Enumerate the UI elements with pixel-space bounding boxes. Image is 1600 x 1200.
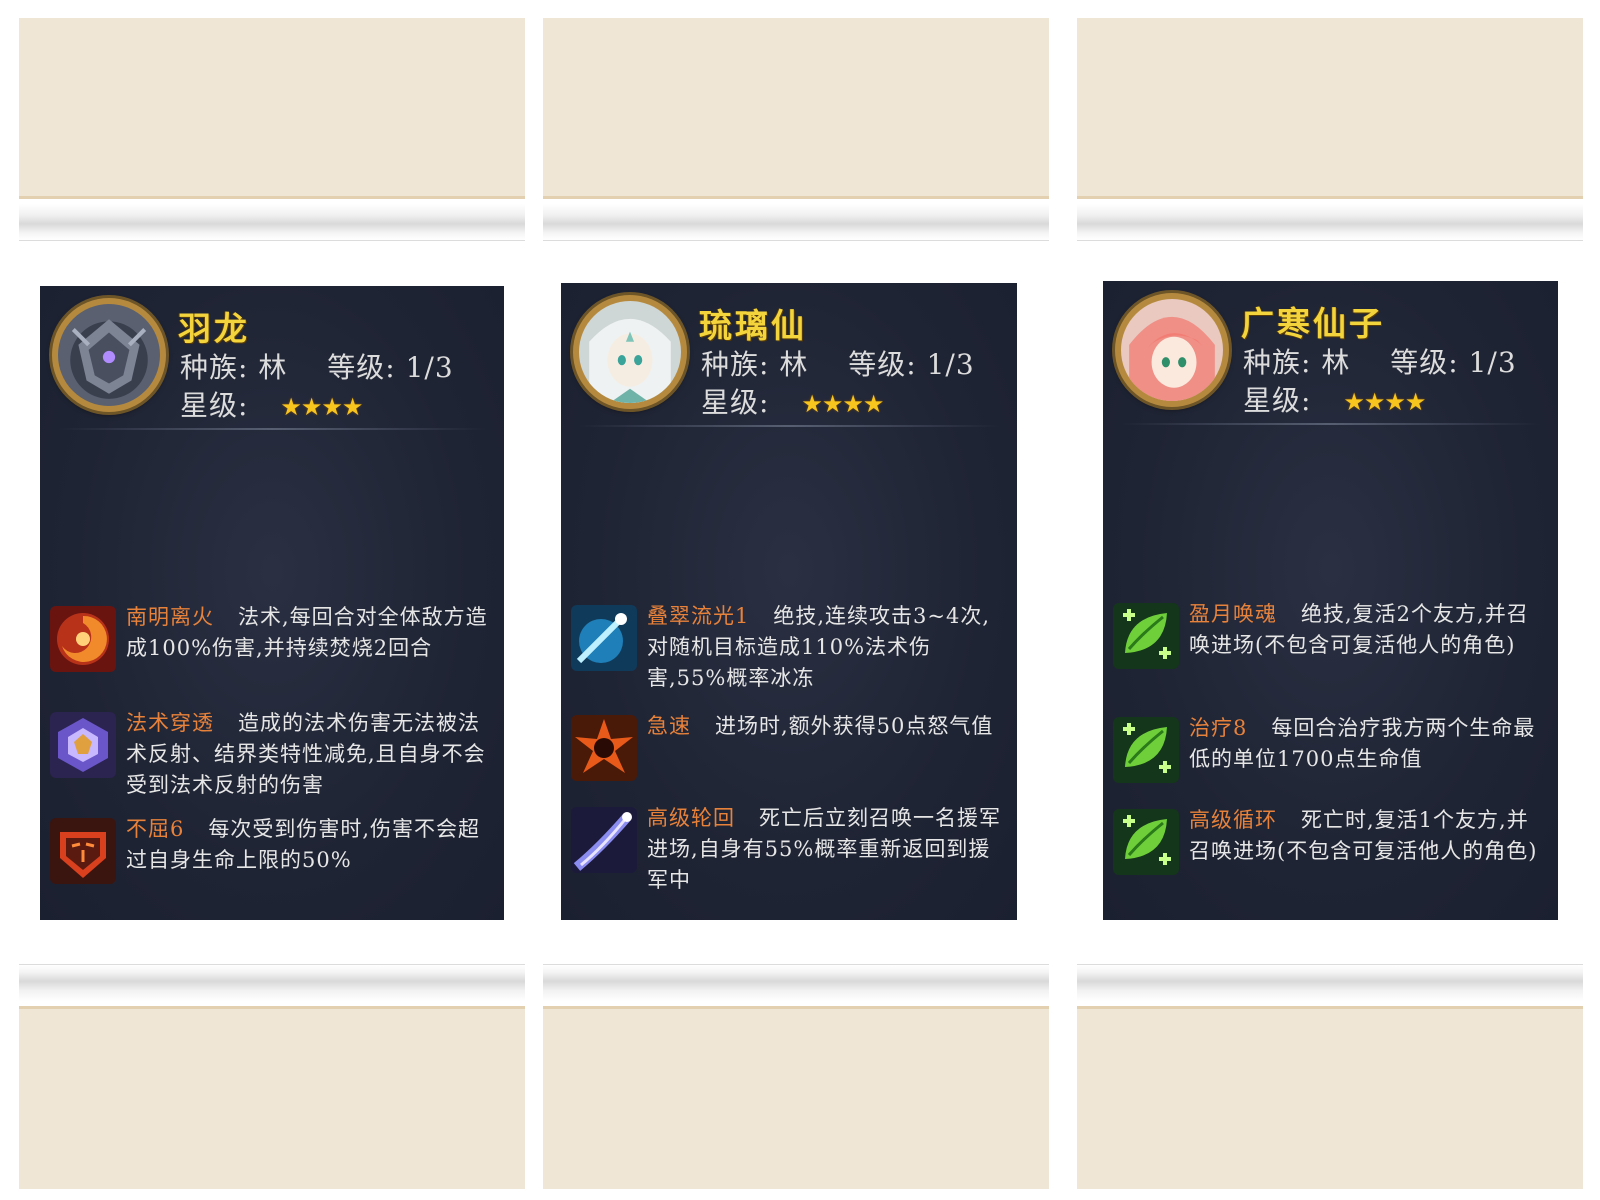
fire-burst-icon	[571, 715, 637, 781]
skill-entry[interactable]: 高级轮回 死亡后立刻召唤一名援军进场,自身有55%概率重新返回到援军中	[571, 803, 1009, 899]
silver-rail-bottom	[19, 964, 525, 1001]
cream-panel-top	[19, 18, 525, 199]
skill-name: 高级轮回	[647, 806, 735, 830]
skill-entry[interactable]: 治疗8 每回合治疗我方两个生命最低的单位1700点生命值	[1113, 713, 1550, 783]
pink-haired-fairy-portrait-icon	[1121, 299, 1223, 401]
race-value: 林	[258, 351, 288, 384]
divider	[1121, 423, 1540, 425]
skill-entry[interactable]: 法术穿透 造成的法术伤害无法被法术反射、结界类特性减免,且自身不会受到法术反射的伤…	[50, 708, 496, 798]
race-level-row: 种族: 林 等级: 1/3	[701, 343, 975, 383]
hero-name: 羽龙	[178, 309, 250, 348]
cream-panel-bottom	[1077, 1006, 1583, 1189]
skill-text: 治疗8 每回合治疗我方两个生命最低的单位1700点生命值	[1189, 713, 1550, 775]
divider	[58, 428, 486, 430]
skill-name: 盈月唤魂	[1189, 602, 1277, 626]
hero-avatar[interactable]	[573, 295, 687, 409]
star-row: 星级: ★★★★	[701, 381, 884, 421]
cream-panel-top	[1077, 18, 1583, 199]
hero-column-1: 羽龙 种族: 林 等级: 1/3 星级: ★★★★ 南明离火 法术,每回合对全体敌…	[19, 18, 525, 1189]
green-leaf-heal-icon	[1113, 603, 1179, 669]
skill-text: 南明离火 法术,每回合对全体敌方造成100%伤害,并持续焚烧2回合	[126, 602, 496, 664]
skill-description: 进场时,额外获得50点怒气值	[715, 714, 994, 738]
cream-panel-bottom	[19, 1006, 525, 1189]
skill-name: 不屈6	[126, 817, 185, 841]
race-value: 林	[1321, 346, 1351, 379]
silver-rail-bottom	[543, 964, 1049, 1001]
star-label: 星级:	[1243, 384, 1312, 417]
hero-column-3: 广寒仙子 种族: 林 等级: 1/3 星级: ★★★★ 盈月唤魂 绝技,复活2个友…	[1077, 18, 1583, 1189]
green-leaf-heal-icon	[1113, 717, 1179, 783]
race-value: 林	[779, 348, 809, 381]
skill-text: 高级轮回 死亡后立刻召唤一名援军进场,自身有55%概率重新返回到援军中	[647, 803, 1009, 896]
armored-dragon-portrait-icon	[58, 304, 160, 406]
fire-swirl-icon	[50, 606, 116, 672]
skill-entry[interactable]: 不屈6 每次受到伤害时,伤害不会超过自身生命上限的50%	[50, 814, 496, 894]
hero-card[interactable]: 羽龙 种族: 林 等级: 1/3 星级: ★★★★ 南明离火 法术,每回合对全体敌…	[40, 286, 504, 920]
star-label: 星级:	[701, 386, 770, 419]
star-rating-icon: ★★★★	[1343, 388, 1426, 416]
cream-panel-bottom	[543, 1006, 1049, 1189]
hero-name: 广寒仙子	[1241, 304, 1385, 343]
star-rating-icon: ★★★★	[280, 393, 363, 421]
level-label: 等级:	[848, 348, 917, 381]
hero-avatar[interactable]	[52, 298, 166, 412]
level-label: 等级:	[1390, 346, 1459, 379]
skill-text: 盈月唤魂 绝技,复活2个友方,并召唤进场(不包含可复活他人的角色)	[1189, 599, 1550, 661]
silver-rail-bottom	[1077, 964, 1583, 1001]
skill-entry[interactable]: 急速 进场时,额外获得50点怒气值	[571, 711, 1009, 781]
skill-entry[interactable]: 高级循环 死亡时,复活1个友方,并召唤进场(不包含可复活他人的角色)	[1113, 805, 1550, 901]
hero-name: 琉璃仙	[699, 306, 807, 345]
skill-text: 不屈6 每次受到伤害时,伤害不会超过自身生命上限的50%	[126, 814, 496, 876]
skill-text: 叠翠流光1 绝技,连续攻击3~4次,对随机目标造成110%法术伤害,55%概率冰冻	[647, 601, 1009, 694]
hero-card[interactable]: 琉璃仙 种族: 林 等级: 1/3 星级: ★★★★ 叠翠流光1 绝技,连续攻击3…	[561, 283, 1017, 920]
skill-entry[interactable]: 南明离火 法术,每回合对全体敌方造成100%伤害,并持续焚烧2回合	[50, 602, 496, 692]
skill-name: 叠翠流光1	[647, 604, 750, 628]
hero-card[interactable]: 广寒仙子 种族: 林 等级: 1/3 星级: ★★★★ 盈月唤魂 绝技,复活2个友…	[1103, 281, 1558, 920]
divider	[579, 425, 999, 427]
level-value: 1/3	[1468, 346, 1517, 379]
cream-panel-top	[543, 18, 1049, 199]
skill-name: 法术穿透	[126, 711, 214, 735]
silver-rail-top	[19, 204, 525, 241]
skill-name: 高级循环	[1189, 808, 1277, 832]
purple-comet-icon	[571, 807, 637, 873]
white-haired-fairy-portrait-icon	[579, 301, 681, 403]
skill-text: 急速 进场时,额外获得50点怒气值	[647, 711, 1009, 742]
skill-entry[interactable]: 叠翠流光1 绝技,连续攻击3~4次,对随机目标造成110%法术伤害,55%概率冰冻	[571, 601, 1009, 697]
star-row: 星级: ★★★★	[1243, 379, 1426, 419]
silver-rail-top	[543, 204, 1049, 241]
hero-column-2: 琉璃仙 种族: 林 等级: 1/3 星级: ★★★★ 叠翠流光1 绝技,连续攻击3…	[543, 18, 1049, 1189]
race-level-row: 种族: 林 等级: 1/3	[180, 346, 454, 386]
skill-entry[interactable]: 盈月唤魂 绝技,复活2个友方,并召唤进场(不包含可复活他人的角色)	[1113, 599, 1550, 695]
level-value: 1/3	[405, 351, 454, 384]
star-label: 星级:	[180, 389, 249, 422]
race-label: 种族:	[1243, 346, 1312, 379]
red-mask-icon	[50, 818, 116, 884]
skill-name: 急速	[647, 714, 691, 738]
hero-avatar[interactable]	[1115, 293, 1229, 407]
skill-name: 南明离火	[126, 605, 214, 629]
level-label: 等级:	[327, 351, 396, 384]
star-row: 星级: ★★★★	[180, 384, 363, 424]
skill-text: 高级循环 死亡时,复活1个友方,并召唤进场(不包含可复活他人的角色)	[1189, 805, 1550, 867]
star-rating-icon: ★★★★	[801, 390, 884, 418]
race-level-row: 种族: 林 等级: 1/3	[1243, 341, 1517, 381]
silver-rail-top	[1077, 204, 1583, 241]
green-leaf-heal-icon	[1113, 809, 1179, 875]
race-label: 种族:	[701, 348, 770, 381]
race-label: 种族:	[180, 351, 249, 384]
level-value: 1/3	[926, 348, 975, 381]
purple-crest-icon	[50, 712, 116, 778]
skill-text: 法术穿透 造成的法术伤害无法被法术反射、结界类特性减免,且自身不会受到法术反射的伤…	[126, 708, 496, 801]
blue-comet-icon	[571, 605, 637, 671]
skill-name: 治疗8	[1189, 716, 1248, 740]
